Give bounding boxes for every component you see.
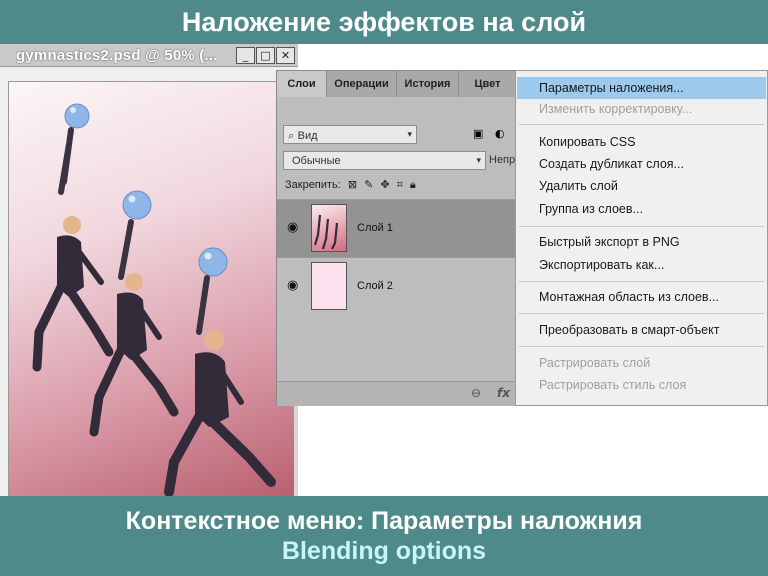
filter-label: Вид (297, 130, 318, 142)
layers-panel: Слои Операции История Цвет ⌕ Вид ▾ ▣ ◐ О… (276, 70, 517, 406)
gymnasts-image (32, 103, 276, 496)
layer-row-1[interactable]: ◉ Слой 1 (277, 199, 515, 257)
menu-separator (519, 281, 764, 282)
slide-title: Наложение эффектов на слой (0, 0, 768, 44)
layer-row-2[interactable]: ◉ Слой 2 (277, 257, 515, 315)
document-title: gymnastics2.psd @ 50% (... (16, 47, 216, 64)
context-menu: Параметры наложения... Изменить корректи… (515, 70, 768, 406)
caption-line-1: Контекстное меню: Параметры наложния (125, 507, 643, 535)
panel-footer: ⊖ fx (277, 381, 515, 406)
horizontal-ruler (0, 67, 298, 82)
document-window: gymnastics2.psd @ 50% (... _ □ ✕ (0, 44, 298, 496)
search-icon: ⌕ (288, 129, 298, 142)
visibility-eye-icon[interactable]: ◉ (287, 220, 298, 235)
link-icon[interactable]: ⊖ (471, 386, 481, 400)
menu-separator (519, 346, 764, 347)
lock-artboard-icon[interactable]: ⌗ (397, 178, 403, 192)
layer-filter-select[interactable]: ⌕ Вид ▾ (283, 125, 417, 144)
layer-name: Слой 2 (357, 280, 393, 292)
fx-icon[interactable]: fx (497, 386, 510, 400)
layer-thumbnail (311, 262, 347, 310)
menu-item-convert-smart-object[interactable]: Преобразовать в смарт-объект (517, 319, 766, 341)
menu-item-copy-css[interactable]: Копировать CSS (517, 131, 766, 153)
menu-item-export-as[interactable]: Экспортировать как... (517, 254, 766, 276)
lock-row: Закрепить: ⊠ ✎ ✥ ⌗ 🔒︎ (285, 178, 416, 192)
gymnast-figure (164, 247, 276, 496)
menu-item-delete-layer[interactable]: Удалить слой (517, 175, 766, 197)
close-button[interactable]: ✕ (276, 47, 295, 64)
menu-separator (519, 226, 764, 227)
chevron-down-icon: ▾ (476, 156, 481, 166)
thumbnail-figures-icon (313, 214, 339, 250)
minimize-button[interactable]: _ (236, 47, 255, 64)
menu-item-blending-options[interactable]: Параметры наложения... (517, 77, 766, 99)
tab-history[interactable]: История (397, 71, 459, 97)
opacity-label: Непр (489, 154, 516, 166)
menu-item-rasterize-layer: Растрировать слой (539, 356, 651, 370)
lock-pixels-icon[interactable]: ✎ (364, 178, 373, 191)
lock-label: Закрепить: (285, 179, 341, 191)
image-canvas[interactable] (9, 82, 294, 496)
panel-tabs: Слои Операции История Цвет (277, 71, 517, 97)
lock-all-icon[interactable]: 🔒︎ (410, 178, 416, 192)
vertical-ruler (0, 81, 9, 496)
menu-item-edit-adjustment: Изменить корректировку... (539, 102, 693, 116)
menu-item-quick-export-png[interactable]: Быстрый экспорт в PNG (517, 231, 766, 253)
adjustment-filter-icon[interactable]: ◐ (495, 127, 505, 140)
maximize-button[interactable]: □ (256, 47, 275, 64)
visibility-eye-icon[interactable]: ◉ (287, 278, 298, 293)
menu-item-group-from-layers[interactable]: Группа из слоев... (517, 198, 766, 220)
layer-name: Слой 1 (357, 222, 393, 234)
blend-mode-select[interactable]: Обычные ▾ (283, 151, 486, 170)
blend-mode-value: Обычные (292, 155, 341, 167)
lock-transparency-icon[interactable]: ⊠ (348, 178, 357, 191)
document-titlebar[interactable]: gymnastics2.psd @ 50% (... _ □ ✕ (0, 44, 298, 67)
menu-item-artboard-from-layers[interactable]: Монтажная область из слоев... (517, 286, 766, 308)
menu-item-rasterize-layer-style: Растрировать стиль слоя (539, 378, 687, 392)
menu-separator (519, 313, 764, 314)
tab-color[interactable]: Цвет (459, 71, 517, 97)
caption-line-2: Blending options (281, 537, 487, 565)
image-filter-icon[interactable]: ▣ (473, 127, 483, 140)
layer-thumbnail (311, 204, 347, 252)
gymnast-figure (32, 103, 114, 372)
lock-position-icon[interactable]: ✥ (380, 178, 389, 191)
menu-separator (519, 124, 764, 125)
tab-layers[interactable]: Слои (277, 71, 327, 97)
gymnast-figure (89, 190, 179, 437)
chevron-down-icon: ▾ (407, 130, 412, 140)
caption-banner: Контекстное меню: Параметры наложния Ble… (0, 496, 768, 576)
tab-actions[interactable]: Операции (327, 71, 397, 97)
menu-item-duplicate-layer[interactable]: Создать дубликат слоя... (517, 153, 766, 175)
